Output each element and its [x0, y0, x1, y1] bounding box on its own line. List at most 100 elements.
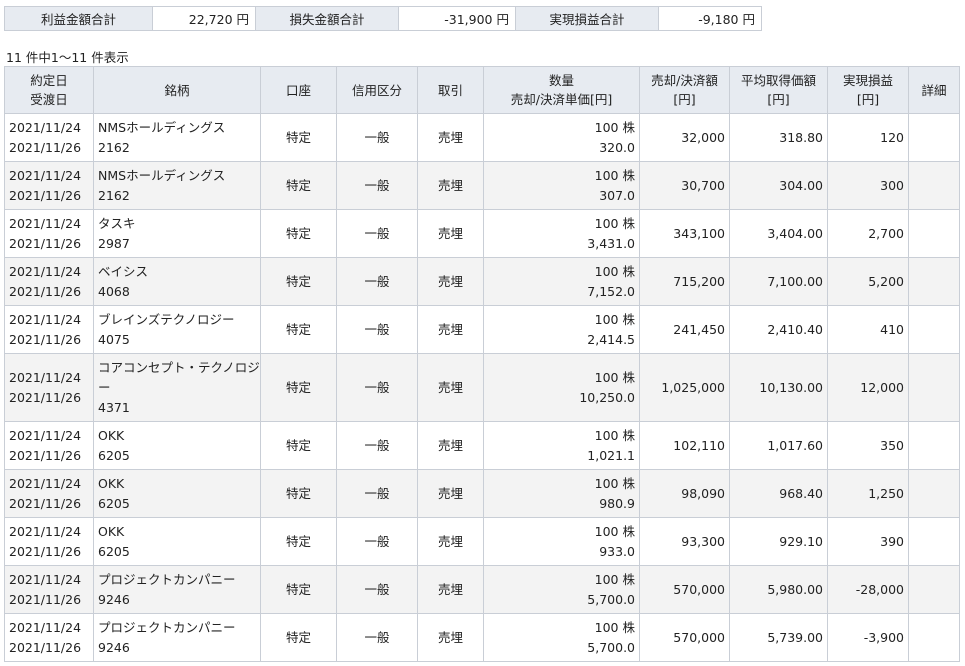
amount-cell: 343,100 — [639, 209, 730, 258]
amount-cell: 1,025,000 — [639, 353, 730, 422]
stock-code: 2987 — [98, 235, 130, 251]
table-row: 2021/11/24 2021/11/26 OKK 6205 特定 一般 売埋 … — [4, 517, 960, 566]
amount-cell: 570,000 — [639, 613, 730, 662]
quantity: 100 株 — [594, 215, 635, 231]
stock-code: 4371 — [98, 399, 130, 415]
unit-price: 2,414.5 — [587, 331, 635, 347]
table-row: 2021/11/24 2021/11/26 タスキ 2987 特定 一般 売埋 … — [4, 209, 960, 258]
realized-pl-cell: 410 — [827, 305, 909, 354]
amount-cell: 715,200 — [639, 257, 730, 306]
realized-pl-cell: 1,250 — [827, 469, 909, 518]
credit-type-cell: 一般 — [336, 469, 418, 518]
unit-price: 320.0 — [599, 139, 635, 155]
avg-cost-cell: 5,980.00 — [729, 565, 828, 614]
account-cell: 特定 — [260, 517, 337, 566]
account-cell: 特定 — [260, 209, 337, 258]
amount-cell: 93,300 — [639, 517, 730, 566]
avg-cost-cell: 929.10 — [729, 517, 828, 566]
unit-price: 307.0 — [599, 187, 635, 203]
header-realized-pl-label: 実現損益 — [842, 73, 893, 88]
stock-code: 9246 — [98, 591, 130, 607]
date-cell: 2021/11/24 2021/11/26 — [4, 421, 94, 470]
detail-cell — [908, 469, 960, 518]
quantity: 100 株 — [594, 167, 635, 183]
date-cell: 2021/11/24 2021/11/26 — [4, 613, 94, 662]
date-cell: 2021/11/24 2021/11/26 — [4, 517, 94, 566]
stock-name-cont: ー — [98, 379, 111, 395]
table-row: 2021/11/24 2021/11/26 OKK 6205 特定 一般 売埋 … — [4, 421, 960, 470]
contract-date: 2021/11/24 — [9, 263, 82, 279]
header-avg-cost-unit: [円] — [767, 92, 790, 107]
contract-date: 2021/11/24 — [9, 427, 82, 443]
realized-pl-cell: -3,900 — [827, 613, 909, 662]
contract-date: 2021/11/24 — [9, 369, 82, 385]
realized-pl-cell: 390 — [827, 517, 909, 566]
account-cell: 特定 — [260, 353, 337, 422]
credit-type-cell: 一般 — [336, 113, 418, 162]
realized-total-value: -9,180 円 — [658, 6, 762, 31]
realized-pl-cell: 2,700 — [827, 209, 909, 258]
trade-cell: 売埋 — [417, 209, 484, 258]
unit-price: 5,700.0 — [587, 639, 635, 655]
header-trade: 取引 — [417, 66, 484, 114]
trade-cell: 売埋 — [417, 113, 484, 162]
stock-name: プロジェクトカンパニー — [98, 619, 236, 635]
quantity: 100 株 — [594, 369, 635, 385]
qty-price-cell: 100 株 5,700.0 — [483, 613, 640, 662]
account-cell: 特定 — [260, 613, 337, 662]
stock-cell: NMSホールディングス 2162 — [93, 161, 261, 210]
stock-cell: OKK 6205 — [93, 421, 261, 470]
amount-cell: 570,000 — [639, 565, 730, 614]
date-cell: 2021/11/24 2021/11/26 — [4, 113, 94, 162]
profit-total-label: 利益金額合計 — [4, 6, 153, 31]
credit-type-cell: 一般 — [336, 305, 418, 354]
stock-cell: ベイシス 4068 — [93, 257, 261, 306]
avg-cost-cell: 10,130.00 — [729, 353, 828, 422]
delivery-date: 2021/11/26 — [9, 139, 82, 155]
stock-code: 4075 — [98, 331, 130, 347]
header-account: 口座 — [260, 66, 337, 114]
account-cell: 特定 — [260, 161, 337, 210]
date-cell: 2021/11/24 2021/11/26 — [4, 469, 94, 518]
date-cell: 2021/11/24 2021/11/26 — [4, 257, 94, 306]
unit-price: 980.9 — [599, 495, 635, 511]
account-cell: 特定 — [260, 113, 337, 162]
credit-type-cell: 一般 — [336, 421, 418, 470]
trade-cell: 売埋 — [417, 565, 484, 614]
date-cell: 2021/11/24 2021/11/26 — [4, 353, 94, 422]
loss-total-label: 損失金額合計 — [255, 6, 399, 31]
amount-cell: 32,000 — [639, 113, 730, 162]
avg-cost-cell: 304.00 — [729, 161, 828, 210]
table-header-row: 約定日 受渡日 銘柄 口座 信用区分 取引 数量 売却/決済単価[円] 売却/決… — [4, 66, 960, 114]
amount-cell: 241,450 — [639, 305, 730, 354]
header-detail: 詳細 — [908, 66, 960, 114]
qty-price-cell: 100 株 933.0 — [483, 517, 640, 566]
avg-cost-cell: 2,410.40 — [729, 305, 828, 354]
delivery-date: 2021/11/26 — [9, 495, 82, 511]
contract-date: 2021/11/24 — [9, 475, 82, 491]
qty-price-cell: 100 株 3,431.0 — [483, 209, 640, 258]
avg-cost-cell: 318.80 — [729, 113, 828, 162]
detail-cell — [908, 305, 960, 354]
header-delivery-date: 受渡日 — [30, 92, 68, 107]
detail-cell — [908, 421, 960, 470]
table-row: 2021/11/24 2021/11/26 NMSホールディングス 2162 特… — [4, 161, 960, 210]
detail-cell — [908, 613, 960, 662]
realized-pl-cell: 120 — [827, 113, 909, 162]
header-realized-pl-unit: [円] — [856, 92, 880, 107]
header-amount: 売却/決済額 [円] — [639, 66, 730, 114]
quantity: 100 株 — [594, 263, 635, 279]
contract-date: 2021/11/24 — [9, 215, 82, 231]
avg-cost-cell: 3,404.00 — [729, 209, 828, 258]
trade-cell: 売埋 — [417, 421, 484, 470]
delivery-date: 2021/11/26 — [9, 187, 82, 203]
table-row: 2021/11/24 2021/11/26 OKK 6205 特定 一般 売埋 … — [4, 469, 960, 518]
stock-cell: タスキ 2987 — [93, 209, 261, 258]
unit-price: 10,250.0 — [579, 389, 635, 405]
credit-type-cell: 一般 — [336, 613, 418, 662]
stock-cell: プロジェクトカンパニー 9246 — [93, 613, 261, 662]
stock-code: 6205 — [98, 447, 130, 463]
credit-type-cell: 一般 — [336, 257, 418, 306]
detail-cell — [908, 565, 960, 614]
account-cell: 特定 — [260, 469, 337, 518]
